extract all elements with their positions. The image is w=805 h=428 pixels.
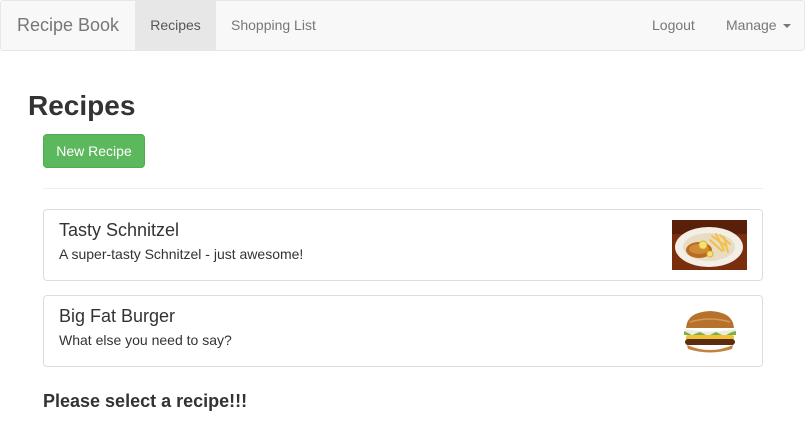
select-recipe-message: Please select a recipe!!! <box>43 391 248 411</box>
top-navbar: Recipe Book Recipes Shopping List Logout… <box>0 0 805 51</box>
brand-link[interactable]: Recipe Book <box>17 1 119 50</box>
recipe-item-big-fat-burger[interactable]: Big Fat Burger What else you need to say… <box>43 295 763 367</box>
recipe-item-tasty-schnitzel[interactable]: Tasty Schnitzel A super-tasty Schnitzel … <box>43 209 763 281</box>
manage-dropdown[interactable]: Manage <box>726 1 791 50</box>
divider <box>43 188 763 189</box>
schnitzel-image <box>672 220 747 270</box>
nav-item-logout[interactable]: Logout <box>652 1 695 50</box>
nav-item-shopping-list[interactable]: Shopping List <box>231 1 316 50</box>
page-title: Recipes <box>28 90 136 121</box>
recipe-description: A super-tasty Schnitzel - just awesome! <box>59 246 304 262</box>
caret-down-icon <box>782 24 791 29</box>
new-recipe-button[interactable]: New Recipe <box>43 134 145 168</box>
nav-item-recipes[interactable]: Recipes <box>135 1 216 50</box>
burger-image <box>672 306 747 356</box>
recipe-description: What else you need to say? <box>59 332 232 348</box>
manage-dropdown-label: Manage <box>726 17 777 33</box>
recipe-name: Tasty Schnitzel <box>59 220 180 240</box>
recipe-name: Big Fat Burger <box>59 306 176 326</box>
